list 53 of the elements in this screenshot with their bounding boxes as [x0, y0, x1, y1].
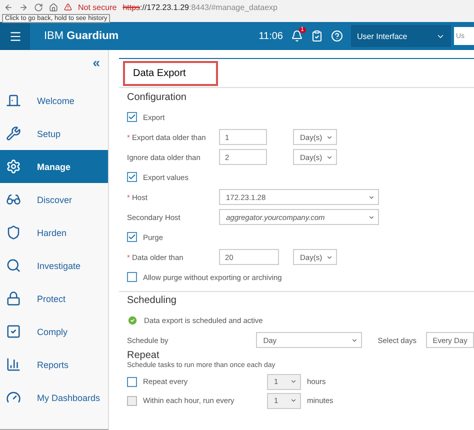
gear-icon	[6, 159, 21, 174]
section-heading: Repeat	[127, 350, 160, 362]
checkbox[interactable]	[127, 272, 137, 282]
caret-icon	[326, 134, 333, 140]
bar-chart-icon	[6, 357, 21, 372]
collapse-button[interactable]: «	[92, 56, 100, 70]
nav-item[interactable]: Reports	[0, 348, 108, 381]
help-icon[interactable]	[331, 30, 343, 42]
checkbox[interactable]	[127, 232, 137, 242]
page-title: Data Export	[123, 60, 218, 86]
caret-icon	[368, 214, 375, 220]
gauge-icon	[6, 390, 21, 405]
section-heading: Configuration	[127, 92, 188, 105]
nav-item[interactable]: Discover	[0, 183, 108, 216]
nav-item[interactable]: Setup	[0, 117, 108, 150]
wrench-icon	[6, 126, 21, 141]
checkbox[interactable]	[127, 112, 137, 122]
app-title: IBM Guardium	[44, 30, 119, 42]
home-icon[interactable]	[49, 3, 58, 12]
nav-item[interactable]: Manage	[0, 150, 108, 183]
caret-icon	[368, 194, 375, 200]
nav-item[interactable]: Investigate	[0, 249, 108, 282]
clock: 11:06	[258, 30, 283, 42]
nav-item[interactable]: My Dashboards	[0, 381, 108, 414]
caret-icon	[326, 154, 333, 160]
address-bar[interactable]: https://172.23.1.29:8443/#manage_dataexp	[122, 3, 278, 12]
checkbox[interactable]	[127, 376, 137, 386]
caret-icon	[290, 397, 297, 404]
caret-icon	[326, 254, 333, 260]
nav-item[interactable]: Comply	[0, 315, 108, 348]
nav-item[interactable]: Welcome	[0, 84, 108, 117]
reload-icon[interactable]	[34, 3, 43, 12]
checkbox-icon	[6, 324, 21, 339]
caret-icon	[350, 336, 358, 344]
lock-icon	[6, 291, 21, 306]
security-warning: Not secure	[78, 3, 117, 12]
forward-icon[interactable]	[19, 3, 28, 12]
caret-icon	[290, 378, 297, 385]
glasses-icon	[6, 192, 21, 207]
clipboard-check-icon[interactable]	[311, 30, 323, 42]
menu-button[interactable]	[0, 22, 30, 50]
role-select[interactable]: User Interface	[351, 25, 451, 47]
nav-item[interactable]: Protect	[0, 282, 108, 315]
door-icon	[6, 93, 21, 108]
section-heading: Scheduling	[127, 295, 178, 308]
shield-icon	[6, 225, 21, 240]
menu-icon	[8, 30, 22, 42]
nav-item[interactable]: Harden	[0, 216, 108, 249]
check-circle-icon	[127, 314, 138, 326]
warning-icon	[64, 3, 72, 11]
checkbox[interactable]	[127, 172, 137, 182]
search-icon	[6, 258, 21, 273]
back-icon[interactable]	[4, 3, 13, 12]
